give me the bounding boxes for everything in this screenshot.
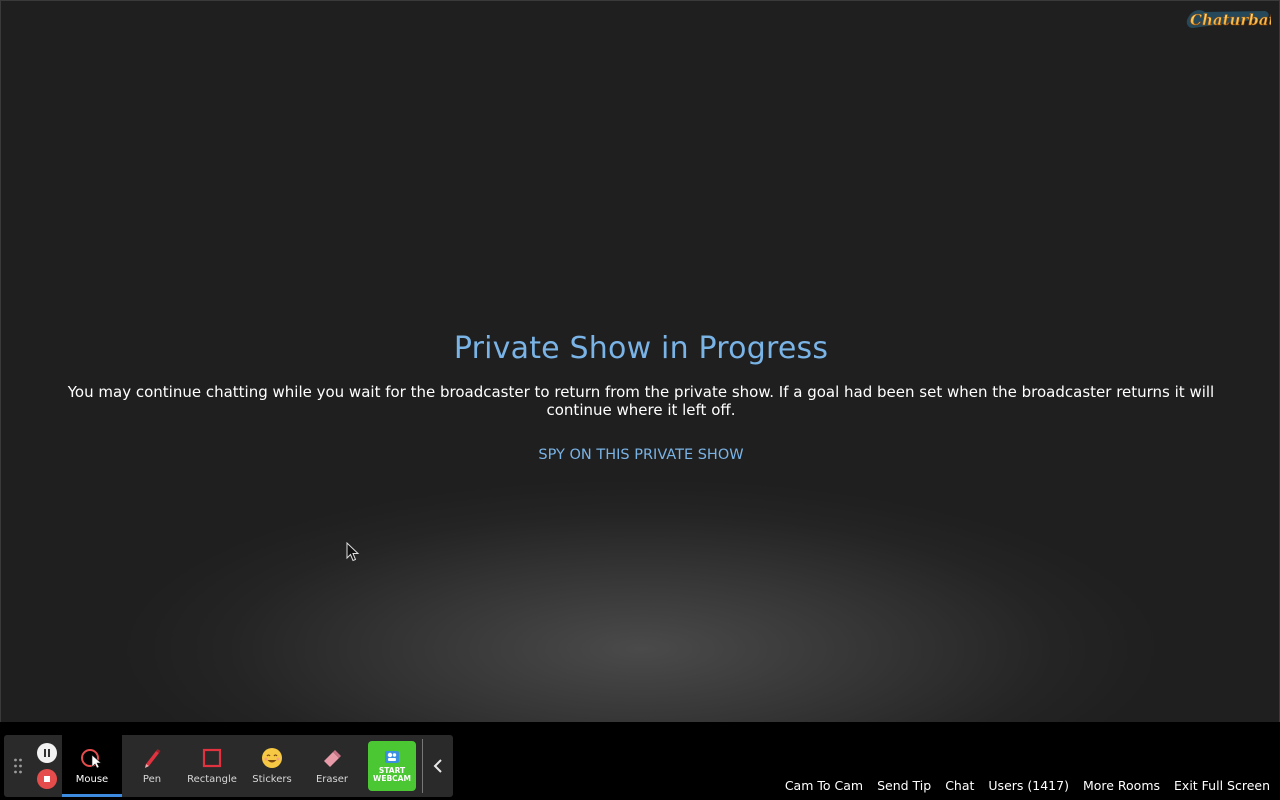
chat-link[interactable]: Chat — [945, 777, 974, 795]
private-show-title: Private Show in Progress — [453, 331, 829, 366]
mouse-cursor-icon — [346, 542, 360, 562]
users-link[interactable]: Users (1417) — [988, 777, 1069, 795]
svg-text:Chaturbate: Chaturbate — [1190, 11, 1271, 29]
pen-icon — [145, 749, 161, 768]
tool-stickers[interactable]: Stickers — [242, 735, 302, 797]
pause-icon — [44, 749, 50, 757]
tool-eraser[interactable]: Eraser — [302, 735, 362, 797]
exit-full-screen-link[interactable]: Exit Full Screen — [1174, 777, 1270, 795]
tool-rectangle-label: Rectangle — [187, 774, 237, 785]
tool-pen-label: Pen — [142, 774, 162, 785]
video-player-area: Chaturbate Private Show in Progress You … — [0, 0, 1280, 722]
toolbar-drag-handle[interactable] — [4, 735, 32, 797]
private-show-description: You may continue chatting while you wait… — [67, 383, 1215, 419]
eraser-icon — [324, 750, 341, 767]
start-webcam-button[interactable]: START WEBCAM — [368, 741, 416, 791]
sticker-smiley-icon — [262, 748, 282, 768]
rectangle-icon — [202, 748, 222, 768]
tool-mouse-label: Mouse — [75, 774, 109, 785]
mouse-pointer-icon — [81, 749, 102, 769]
grip-dots-icon — [14, 758, 22, 774]
stop-button[interactable] — [37, 769, 57, 789]
chevron-left-icon — [433, 759, 442, 773]
tool-rectangle[interactable]: Rectangle — [182, 735, 242, 797]
more-rooms-link[interactable]: More Rooms — [1083, 777, 1160, 795]
drawing-toolbar: Mouse Pen Rectangle Stickers Eraser STAR… — [4, 735, 453, 797]
cam-to-cam-link[interactable]: Cam To Cam — [785, 777, 863, 795]
bottom-nav-links: Cam To Cam Send Tip Chat Users (1417) Mo… — [785, 777, 1270, 795]
private-show-message: Private Show in Progress You may continu… — [1, 327, 1280, 463]
spy-private-show-link[interactable]: SPY ON THIS PRIVATE SHOW — [538, 447, 743, 463]
stop-icon — [44, 776, 50, 782]
chaturbate-logo[interactable]: Chaturbate — [1185, 6, 1271, 34]
send-tip-link[interactable]: Send Tip — [877, 777, 931, 795]
tool-pen[interactable]: Pen — [122, 735, 182, 797]
pause-button[interactable] — [37, 743, 57, 763]
tool-stickers-label: Stickers — [252, 774, 292, 785]
webcam-icon — [385, 751, 399, 763]
recording-controls — [32, 735, 62, 797]
start-webcam-label-line2: WEBCAM — [373, 774, 411, 783]
collapse-toolbar-button[interactable] — [423, 735, 453, 797]
tool-mouse[interactable]: Mouse — [62, 735, 122, 797]
tool-eraser-label: Eraser — [315, 774, 349, 785]
